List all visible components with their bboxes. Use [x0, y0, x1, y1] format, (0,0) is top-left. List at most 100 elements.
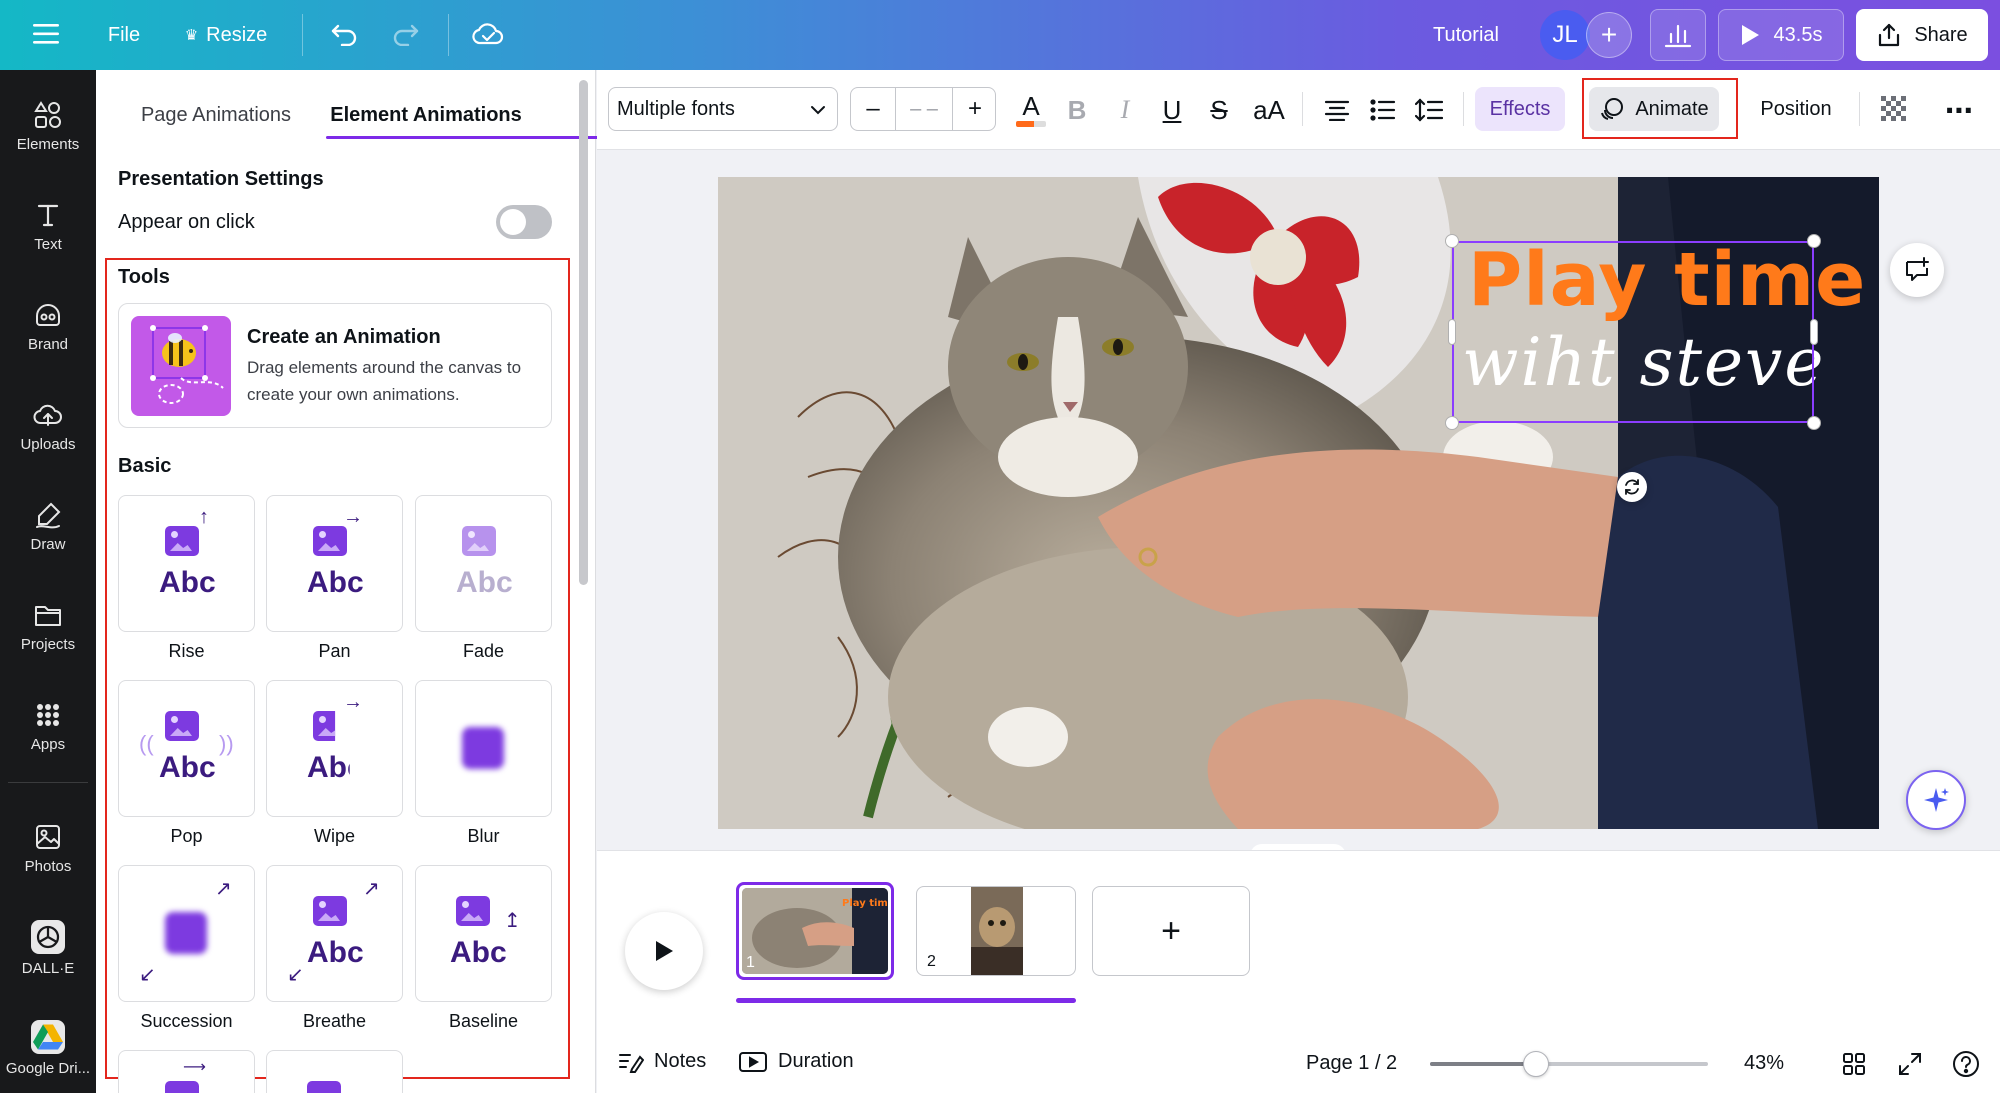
italic-icon[interactable]: I [1105, 88, 1145, 132]
increase-size-button[interactable]: + [953, 88, 997, 130]
font-size-input[interactable]: – – [896, 88, 952, 130]
animation-tile-breathe[interactable]: Abc ↗ ↙ [266, 865, 403, 1002]
resize-button[interactable]: ♛ Resize [178, 16, 274, 54]
rotate-icon[interactable] [1617, 472, 1647, 502]
folder-icon [35, 605, 61, 626]
text-color-button[interactable]: A [1011, 88, 1051, 132]
dalle-icon [31, 919, 65, 954]
insights-button[interactable] [1650, 9, 1706, 61]
rail-item-text[interactable]: Text [0, 180, 96, 272]
rail-item-draw[interactable]: Draw [0, 480, 96, 572]
avatar[interactable]: JL [1540, 10, 1590, 60]
animation-tile-rise[interactable]: Abc ↑ [118, 495, 255, 632]
file-menu[interactable]: File [100, 16, 148, 54]
effects-button[interactable]: Effects [1475, 87, 1565, 131]
tutorial-label[interactable]: Tutorial [1420, 16, 1512, 54]
redo-icon[interactable] [386, 14, 426, 54]
rail-item-dalle[interactable]: DALL·E [0, 902, 96, 994]
transparency-icon[interactable] [1873, 88, 1917, 132]
animation-label: Rise [168, 641, 205, 661]
chevron-down-icon [811, 106, 825, 115]
animation-tile-more-2[interactable] [266, 1050, 403, 1093]
letter-case-icon[interactable]: aA [1247, 88, 1291, 132]
play-pages-button[interactable] [625, 912, 703, 990]
rail-item-projects[interactable]: Projects [0, 580, 96, 672]
photo-icon [36, 824, 60, 849]
share-icon [1879, 23, 1900, 47]
duration-button[interactable]: Duration [738, 1050, 854, 1073]
rail-item-label: Text [34, 235, 62, 253]
text-selection-box [1452, 241, 1814, 423]
tab-element-animations[interactable]: Element Animations [326, 90, 526, 140]
page-thumbnail-1[interactable]: Play time 1 [736, 882, 894, 980]
add-collaborator-button[interactable]: + [1586, 12, 1632, 58]
rail-item-brand[interactable]: Brand [0, 280, 96, 372]
add-comment-icon[interactable] [1890, 243, 1944, 297]
more-options-icon[interactable]: ⋯ [1937, 88, 1981, 132]
animation-tile-more-1[interactable]: ⟶ [118, 1050, 255, 1093]
zoom-slider[interactable] [1430, 1051, 1708, 1077]
tools-title: Tools [118, 266, 170, 288]
animation-tile-blur[interactable] [415, 680, 552, 817]
rail-item-elements[interactable]: Elements [0, 80, 96, 172]
animation-tile-succession[interactable]: ↗ ↙ [118, 865, 255, 1002]
arrow-right-icon: → [343, 506, 363, 528]
line-spacing-icon[interactable] [1407, 88, 1451, 132]
animation-tile-pan[interactable]: Abc → [266, 495, 403, 632]
present-button[interactable]: 43.5s [1718, 9, 1844, 61]
side-handle[interactable] [1810, 319, 1818, 345]
menu-icon[interactable] [26, 14, 66, 54]
resize-handle[interactable] [1807, 416, 1821, 430]
magic-assistant-icon[interactable] [1906, 770, 1966, 830]
abc-sample: Abc [307, 936, 364, 969]
abc-sample: Abc [159, 566, 216, 599]
underline-icon[interactable]: U [1152, 88, 1192, 132]
bold-icon[interactable]: B [1057, 88, 1097, 132]
add-page-button[interactable]: + [1092, 886, 1250, 976]
zoom-level[interactable]: 43% [1744, 1052, 1784, 1075]
panel-scrollbar[interactable] [579, 80, 588, 585]
animation-tile-baseline[interactable]: Abc ↥ [415, 865, 552, 1002]
notes-button[interactable]: Notes [618, 1050, 706, 1073]
resize-handle[interactable] [1445, 416, 1459, 430]
rail-item-apps[interactable]: Apps [0, 680, 96, 772]
pop-waves-icon: )) [219, 731, 234, 756]
rail-item-label: Elements [16, 135, 80, 153]
font-select[interactable]: Multiple fonts [608, 87, 838, 131]
cloud-saved-icon[interactable] [468, 14, 508, 54]
position-button[interactable]: Position [1743, 87, 1849, 131]
undo-icon[interactable] [324, 14, 364, 54]
help-icon[interactable] [1952, 1050, 1980, 1078]
align-center-icon[interactable] [1315, 88, 1359, 132]
editor-toolbar: Multiple fonts – – – + A B I U S aA Effe… [597, 70, 2000, 150]
abc-sample: Abc [307, 751, 364, 784]
list-icon[interactable] [1361, 88, 1405, 132]
animation-label: Wipe [313, 826, 355, 846]
animation-tile-pop[interactable]: Abc (( )) [118, 680, 255, 817]
page-indicator[interactable]: Page 1 / 2 [1306, 1052, 1397, 1075]
animation-tile-fade[interactable]: Abc [415, 495, 552, 632]
tab-page-animations[interactable]: Page Animations [126, 90, 306, 140]
animation-label: Breathe [302, 1011, 367, 1031]
fullscreen-icon[interactable] [1898, 1052, 1922, 1076]
grid-view-icon[interactable] [1842, 1052, 1866, 1076]
side-handle[interactable] [1448, 319, 1456, 345]
rail-item-google-drive[interactable]: Google Dri... [0, 1002, 96, 1093]
page-thumbnail-2[interactable]: 2 [916, 886, 1076, 976]
animation-tile-wipe[interactable]: Abc → [266, 680, 403, 817]
appear-on-click-toggle[interactable] [496, 205, 552, 239]
rail-item-uploads[interactable]: Uploads [0, 380, 96, 472]
resize-handle[interactable] [1445, 234, 1459, 248]
decrease-size-button[interactable]: – [851, 88, 895, 130]
left-rail: Elements Text Brand Uploads Draw Project… [0, 70, 96, 1093]
arrow-diagonal-icon: ↗ [215, 878, 232, 900]
rail-item-photos[interactable]: Photos [0, 802, 96, 894]
animation-label: Pop [170, 826, 203, 846]
share-button[interactable]: Share [1856, 9, 1988, 61]
strikethrough-icon[interactable]: S [1199, 88, 1239, 132]
zoom-slider-thumb[interactable] [1522, 1051, 1549, 1077]
cloud-upload-icon [33, 404, 62, 426]
rail-item-label: DALL·E [21, 959, 75, 977]
create-animation-card[interactable]: Create an Animation Drag elements around… [118, 303, 552, 428]
resize-handle[interactable] [1807, 234, 1821, 248]
